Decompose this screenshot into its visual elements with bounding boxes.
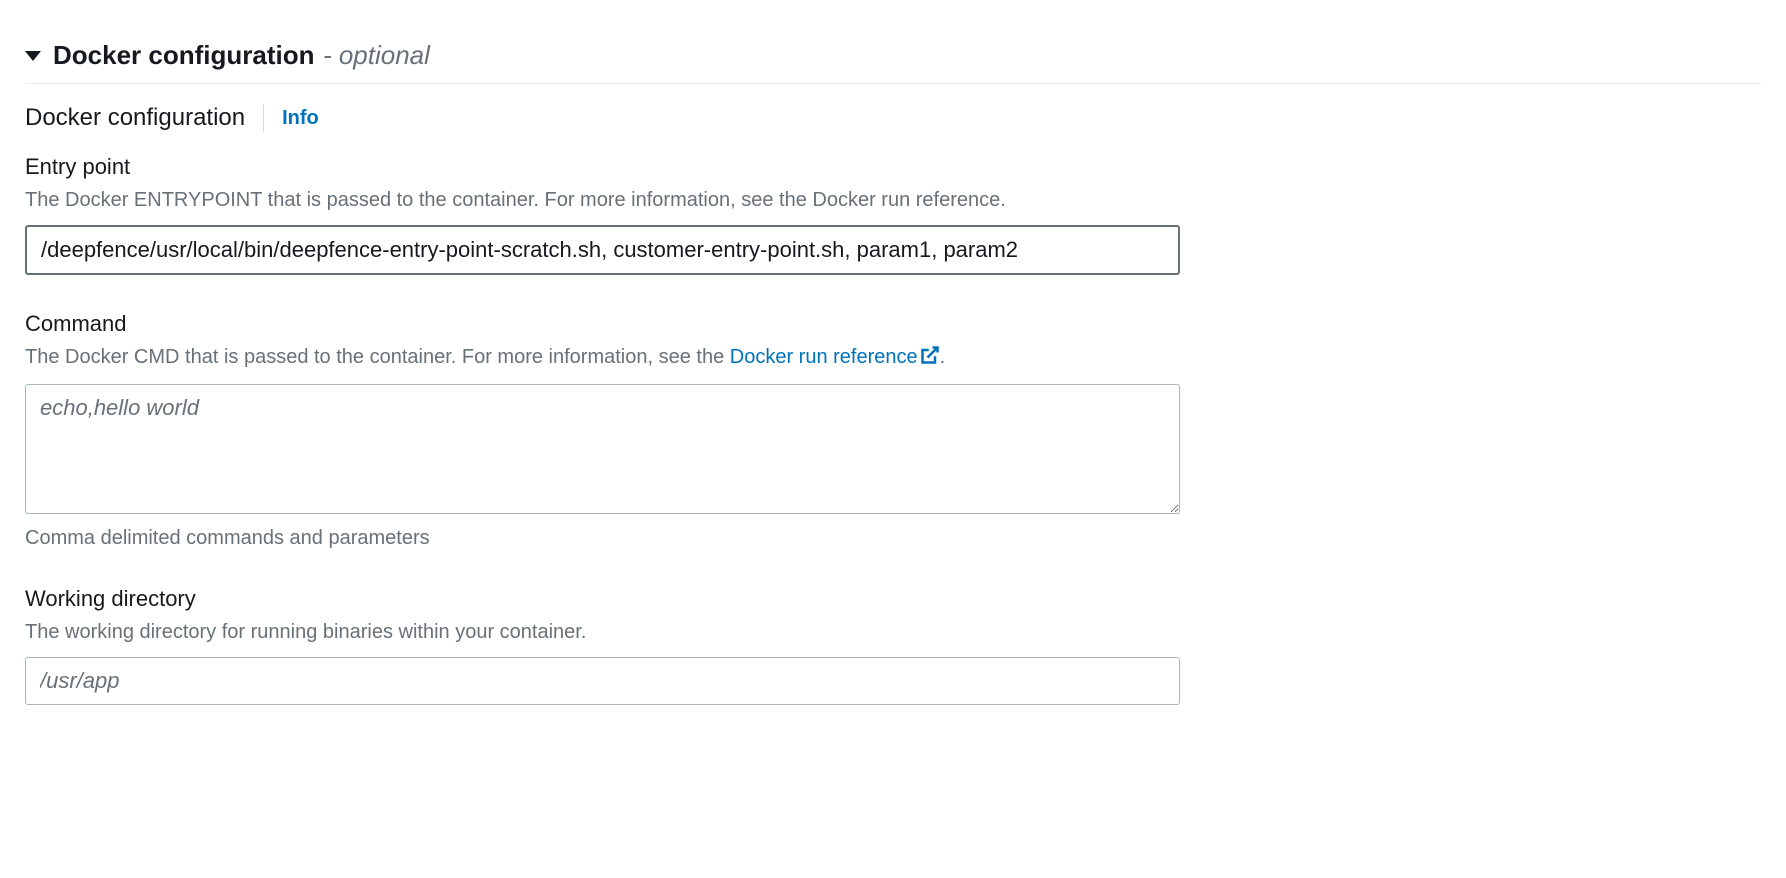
command-desc-prefix: The Docker CMD that is passed to the con… [25,346,730,368]
command-hint: Comma delimited commands and parameters [25,527,1180,550]
entry-point-desc: The Docker ENTRYPOINT that is passed to … [25,186,1180,215]
section-title: Docker configuration [53,40,314,70]
entry-point-group: Entry point The Docker ENTRYPOINT that i… [25,154,1180,275]
working-directory-desc: The working directory for running binari… [25,618,1180,647]
external-link-icon [920,345,940,374]
section-title-suffix: - optional [323,40,430,70]
docker-run-reference-link[interactable]: Docker run reference [730,346,918,368]
command-label: Command [25,311,1180,337]
command-desc-suffix: . [940,346,946,368]
divider [263,104,264,132]
working-directory-input[interactable] [25,657,1180,705]
command-group: Command The Docker CMD that is passed to… [25,311,1180,550]
command-desc: The Docker CMD that is passed to the con… [25,343,1180,374]
subsection-title: Docker configuration [25,104,245,132]
subsection-row: Docker configuration Info [25,104,1761,132]
working-directory-label: Working directory [25,586,1180,612]
command-textarea[interactable] [25,384,1180,514]
entry-point-label: Entry point [25,154,1180,180]
caret-down-icon[interactable] [25,51,41,61]
info-link[interactable]: Info [282,107,319,130]
working-directory-group: Working directory The working directory … [25,586,1180,705]
section-header: Docker configuration - optional [25,40,1761,84]
entry-point-input[interactable] [25,225,1180,275]
